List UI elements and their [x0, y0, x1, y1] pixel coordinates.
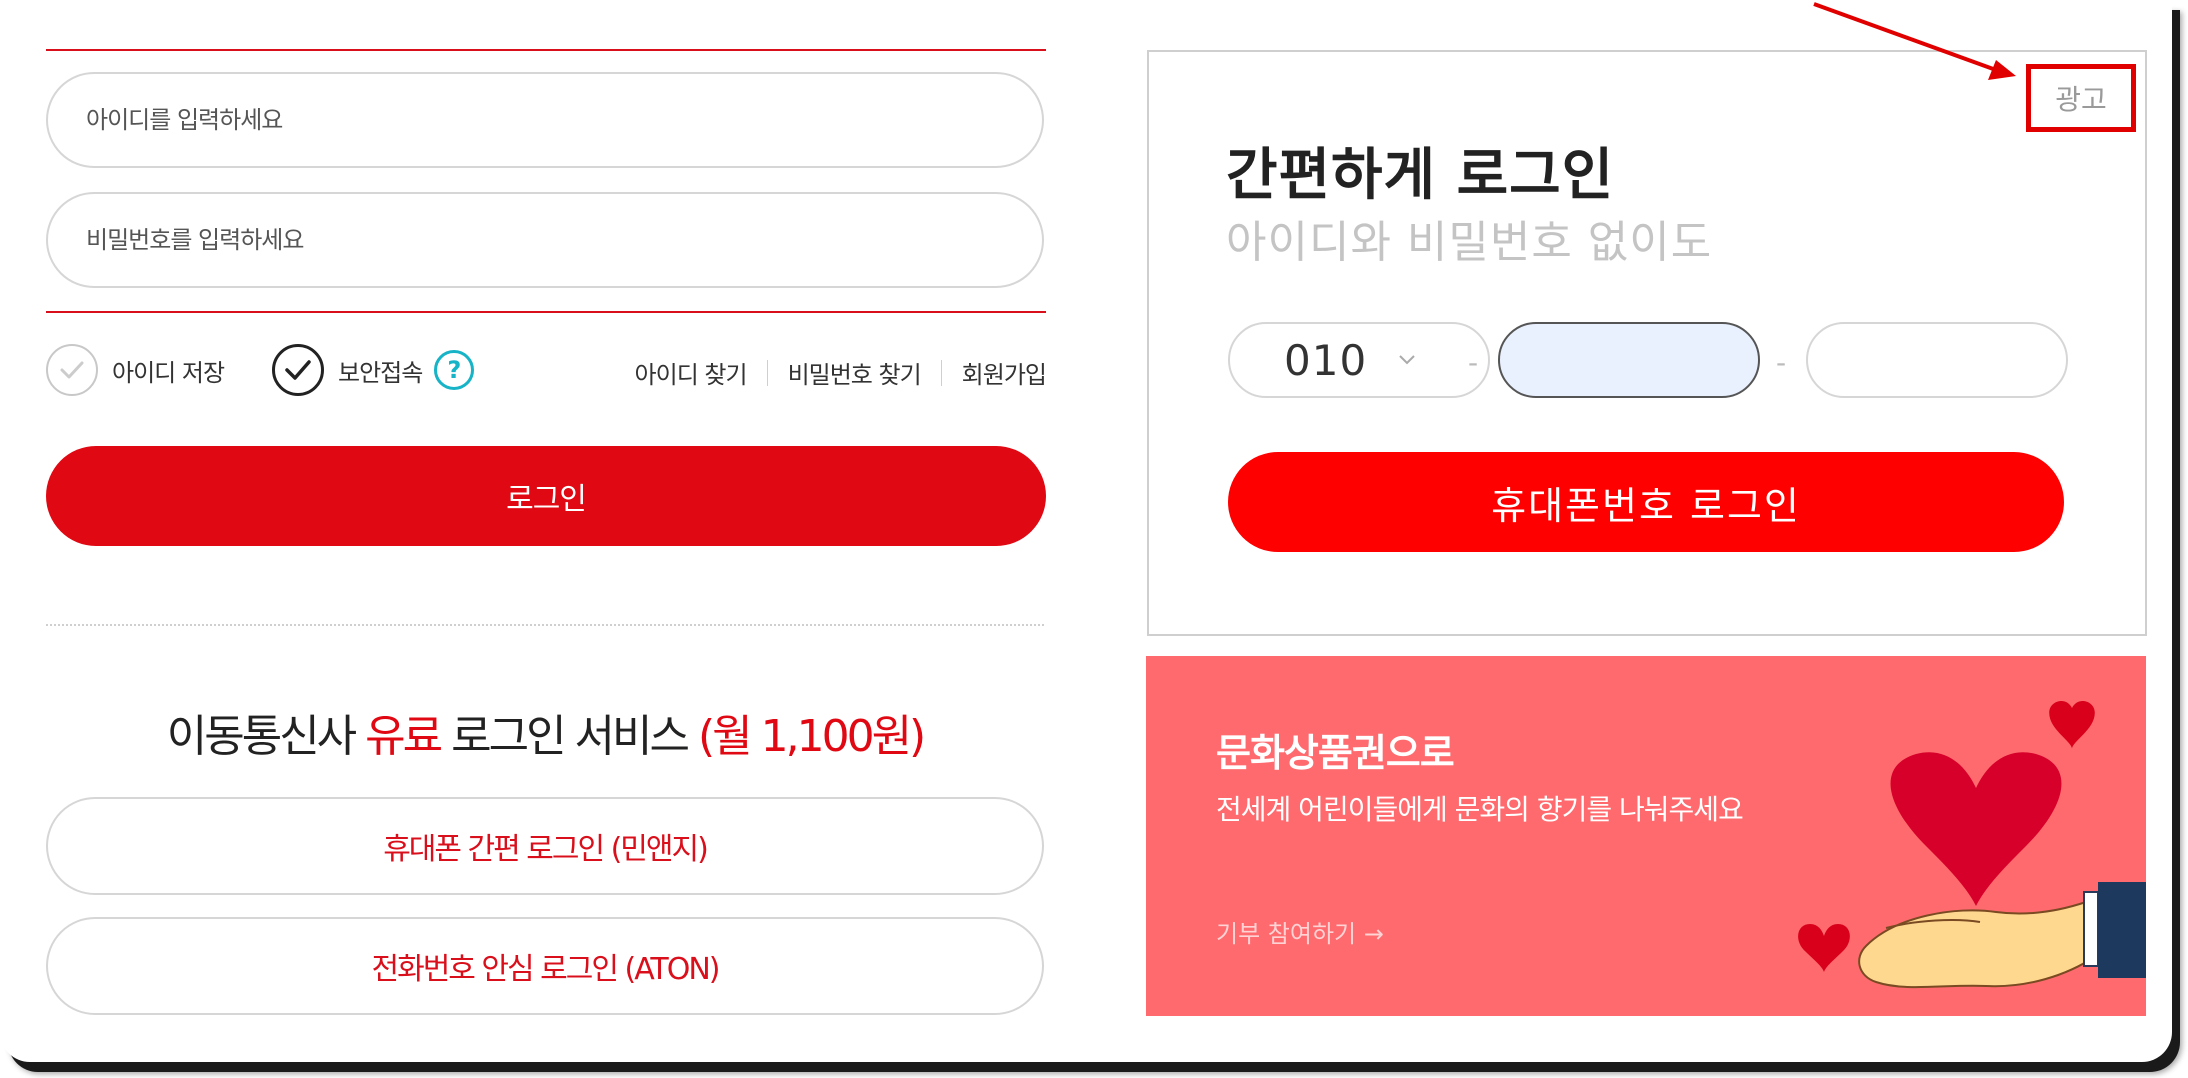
top-divider: [46, 49, 1046, 51]
small-heart-icon: [1798, 924, 1850, 972]
login-button[interactable]: 로그인: [46, 446, 1046, 546]
paid-title-highlight: 유료: [365, 711, 443, 762]
phone-prefix-value: 010: [1284, 336, 1368, 385]
id-field-wrapper: [46, 72, 1044, 168]
link-separator: [766, 359, 768, 386]
phone-last-input[interactable]: [1806, 322, 2068, 398]
phone-dash: -: [1468, 346, 1479, 379]
ad-label: 광고: [2055, 83, 2107, 116]
simple-login-title: 간편하게 로그인: [1226, 143, 1615, 208]
secure-connection-checkbox[interactable]: 보안접속 ?: [272, 344, 475, 396]
find-password-link[interactable]: 비밀번호 찾기: [788, 355, 922, 390]
banner-subtitle: 전세계 어린이들에게 문화의 향기를 나눠주세요: [1216, 793, 1744, 826]
phone-secure-login-button[interactable]: 전화번호 안심 로그인 (ATON): [46, 917, 1044, 1015]
help-icon[interactable]: ?: [434, 350, 475, 390]
small-heart-icon: [2049, 701, 2095, 749]
ad-label-highlight: 광고: [2026, 64, 2136, 132]
bottom-divider: [46, 311, 1046, 313]
big-heart-icon: [1890, 752, 2062, 906]
find-id-link[interactable]: 아이디 찾기: [635, 355, 748, 390]
save-id-label: 아이디 저장: [112, 358, 225, 387]
password-field-wrapper: [46, 192, 1044, 288]
check-circle-icon: [46, 344, 98, 396]
id-input[interactable]: [48, 74, 1042, 166]
simple-login-subtitle: 아이디와 비밀번호 없이도: [1226, 217, 1713, 268]
account-links: 아이디 찾기 비밀번호 찾기 회원가입: [635, 355, 1047, 390]
banner-cta-link[interactable]: 기부 참여하기 →: [1216, 914, 1384, 949]
signup-link[interactable]: 회원가입: [962, 355, 1047, 390]
paid-login-title: 이동통신사 유료 로그인 서비스 (월 1,100원): [46, 700, 1044, 764]
save-id-checkbox[interactable]: 아이디 저장: [46, 344, 225, 396]
paid-title-prefix: 이동통신사: [166, 711, 366, 762]
phone-prefix-select[interactable]: 010: [1228, 322, 1490, 398]
hand-icon: [1858, 900, 2098, 989]
password-input[interactable]: [48, 194, 1042, 286]
secure-connection-label: 보안접속: [338, 358, 423, 387]
chevron-down-icon: [1396, 338, 1418, 386]
phone-middle-input[interactable]: [1498, 322, 1760, 398]
banner-title: 문화상품권으로: [1216, 731, 1455, 775]
phone-login-button[interactable]: 휴대폰번호 로그인: [1228, 452, 2064, 552]
heart-in-hand-illustration: [1798, 701, 2146, 989]
donation-banner[interactable]: 문화상품권으로 전세계 어린이들에게 문화의 향기를 나눠주세요 기부 참여하기…: [1146, 656, 2146, 1016]
link-separator: [940, 359, 942, 386]
paid-title-middle: 로그인 서비스: [440, 711, 698, 762]
login-page: 아이디 저장 보안접속 ? 아이디 찾기 비밀번호 찾기 회원가입 로그인 이동…: [0, 0, 2172, 1062]
mobile-simple-login-button[interactable]: 휴대폰 간편 로그인 (민앤지): [46, 797, 1044, 895]
paid-title-price: (월 1,100원): [697, 711, 926, 762]
section-divider: [46, 624, 1044, 626]
phone-dash: -: [1776, 346, 1787, 379]
check-circle-checked-icon: [272, 344, 324, 396]
